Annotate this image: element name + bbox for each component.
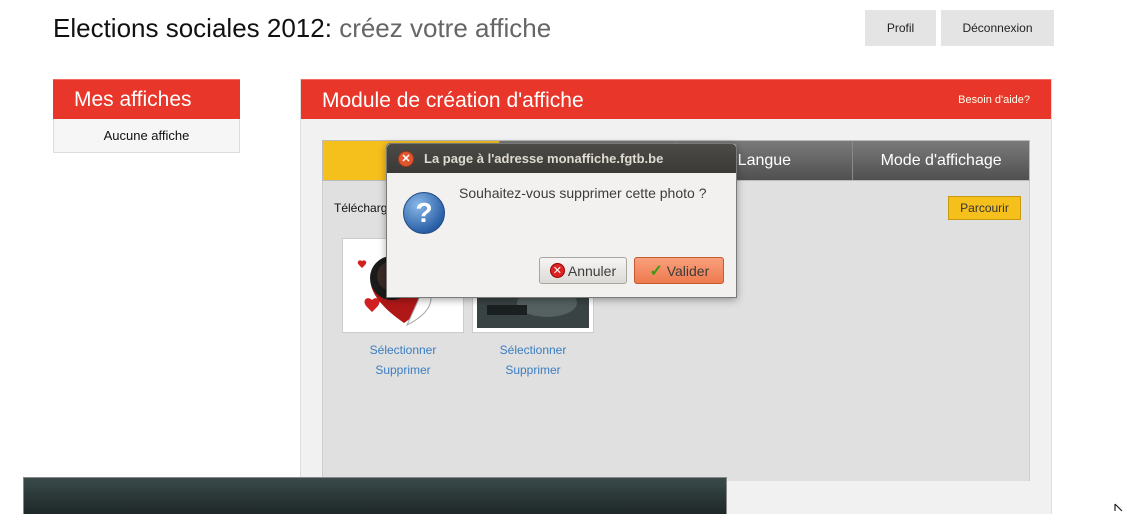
mes-affiches-title: Mes affiches — [53, 79, 240, 119]
dialog-title: La page à l'adresse monaffiche.fgtb.be — [424, 151, 664, 166]
page-title: Elections sociales 2012: créez votre aff… — [53, 13, 551, 44]
check-icon: ✓ — [649, 262, 663, 280]
ok-label: Valider — [666, 262, 710, 279]
close-icon[interactable]: ✕ — [398, 150, 414, 167]
module-header: Module de création d'affiche Besoin d'ai… — [301, 79, 1051, 119]
deconnexion-button[interactable]: Déconnexion — [941, 10, 1054, 46]
select-photo-link[interactable]: Sélectionner — [472, 340, 594, 360]
ok-button[interactable]: ✓ Valider — [634, 257, 724, 284]
cancel-icon: ✕ — [549, 263, 565, 278]
mes-affiches-panel: Mes affiches Aucune affiche — [53, 79, 240, 153]
dialog-message: Souhaitez-vous supprimer cette photo ? — [459, 185, 707, 201]
aucune-affiche-text: Aucune affiche — [53, 119, 240, 153]
confirm-dialog: ✕ La page à l'adresse monaffiche.fgtb.be… — [386, 143, 737, 298]
page-title-sub: créez votre affiche — [339, 13, 552, 43]
select-photo-link[interactable]: Sélectionner — [342, 340, 464, 360]
mouse-cursor-icon — [1114, 503, 1123, 512]
delete-photo-link[interactable]: Supprimer — [342, 360, 464, 380]
module-title: Module de création d'affiche — [322, 89, 584, 112]
upload-label: Télécharg — [334, 201, 388, 215]
delete-photo-link[interactable]: Supprimer — [472, 360, 594, 380]
help-link[interactable]: Besoin d'aide? — [958, 94, 1030, 106]
cancel-button[interactable]: ✕ Annuler — [539, 257, 627, 284]
photo-actions: Sélectionner Supprimer — [472, 340, 594, 380]
question-icon: ? — [403, 192, 445, 234]
page-title-main: Elections sociales 2012: — [53, 13, 332, 43]
photo-actions: Sélectionner Supprimer — [342, 340, 464, 380]
cancel-label: Annuler — [567, 262, 617, 279]
tab-mode-affichage[interactable]: Mode d'affichage — [852, 141, 1029, 180]
dialog-titlebar: ✕ La page à l'adresse monaffiche.fgtb.be — [387, 144, 736, 173]
profil-button[interactable]: Profil — [865, 10, 936, 46]
browse-button[interactable]: Parcourir — [948, 196, 1021, 220]
poster-preview — [23, 477, 727, 514]
